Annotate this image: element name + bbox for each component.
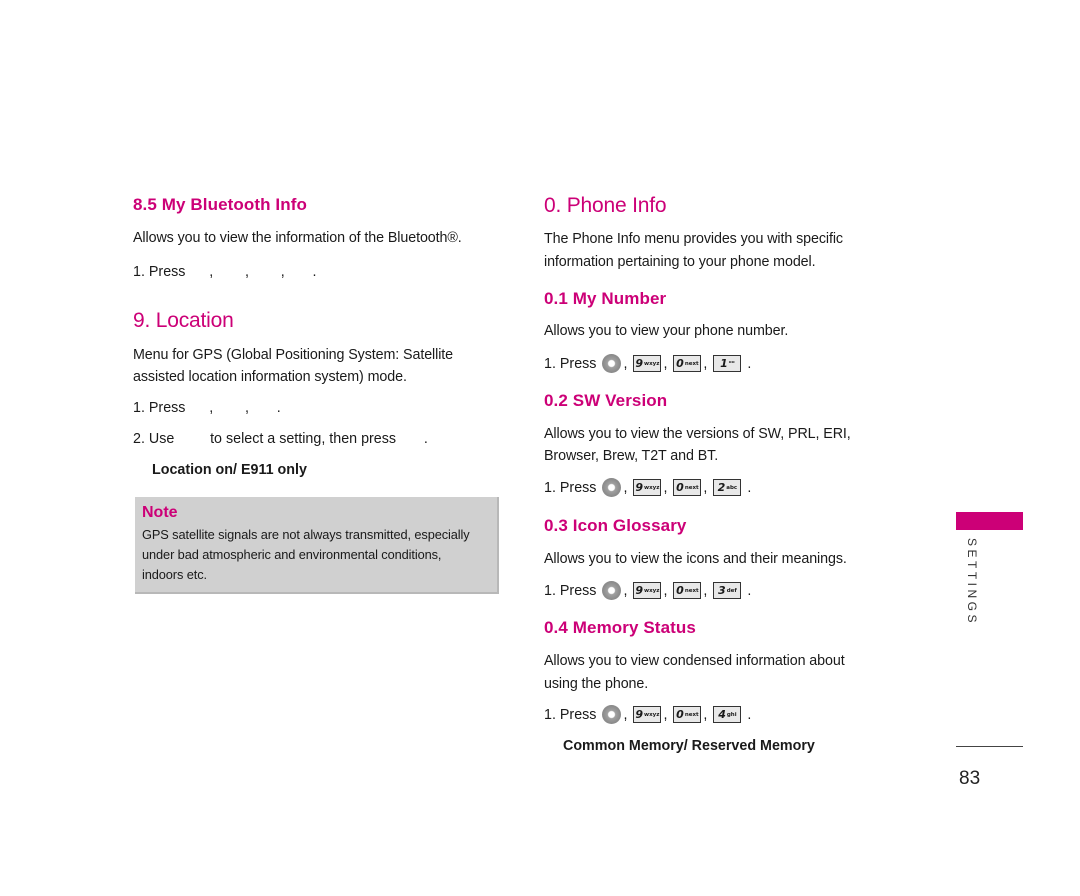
key-0-icon: 0 next [673,479,702,496]
sw-version-heading: 0.2 SW Version [544,391,668,410]
key-4-icon: 4 ghi [713,706,742,723]
memory-status-options: Common Memory/ Reserved Memory [563,738,815,754]
phone-info-description-line-2: information pertaining to your phone mod… [544,254,816,270]
page-number: 83 [959,768,981,789]
phone-info-description-line-1: The Phone Info menu provides you with sp… [544,231,843,247]
bluetooth-info-step-1: 1. Press , , , . [133,264,317,280]
icon-glossary-step-1: 1. Press , 9 wxyz, 0 next, 3 def . [544,581,752,600]
page-number-divider [956,746,1023,747]
press-label: 1. Press [544,479,597,496]
note-text-line-2: under bad atmospheric and environmental … [142,547,442,562]
ok-nav-key-icon [602,581,622,600]
memory-status-description-line-2: using the phone. [544,676,649,692]
location-heading: 9. Location [133,309,234,332]
key-9-icon: 9 wxyz [633,355,662,372]
location-step-2: 2. Use to select a setting, then press . [133,431,428,447]
key-1-icon: 1 ᴼᴼ [713,355,742,372]
note-box: Note GPS satellite signals are not alway… [135,497,499,594]
my-number-description: Allows you to view your phone number. [544,323,789,339]
note-title: Note [142,504,178,521]
memory-status-heading: 0.4 Memory Status [544,618,696,637]
sw-version-description-line-2: Browser, Brew, T2T and BT. [544,448,719,464]
ok-nav-key-icon [602,354,622,373]
ok-nav-key-icon [602,478,622,497]
press-label: 1. Press [544,706,597,723]
key-0-icon: 0 next [673,582,702,599]
bluetooth-info-heading: 8.5 My Bluetooth Info [133,195,307,214]
key-2-icon: 2 abc [713,479,742,496]
ok-nav-key-icon [602,705,622,724]
phone-info-heading: 0. Phone Info [544,194,667,217]
key-9-icon: 9 wxyz [633,706,662,723]
my-number-step-1: 1. Press , 9 wxyz, 0 next, 1 ᴼᴼ . [544,354,752,373]
note-text-line-3: indoors etc. [142,567,207,582]
icon-glossary-heading: 0.3 Icon Glossary [544,516,687,535]
key-3-icon: 3 def [713,582,742,599]
sw-version-description-line-1: Allows you to view the versions of SW, P… [544,426,851,442]
location-description-line-1: Menu for GPS (Global Positioning System:… [133,347,454,363]
key-0-icon: 0 next [673,706,702,723]
note-text-line-1: GPS satellite signals are not always tra… [142,527,470,542]
section-tab-marker [956,512,1023,530]
press-label: 1. Press [544,355,597,372]
location-step-1: 1. Press , , . [133,400,281,416]
sw-version-step-1: 1. Press , 9 wxyz, 0 next, 2 abc . [544,478,752,497]
icon-glossary-description: Allows you to view the icons and their m… [544,551,847,567]
key-9-icon: 9 wxyz [633,479,662,496]
press-label: 1. Press [544,582,597,599]
section-label: SETTINGS [965,538,979,627]
my-number-heading: 0.1 My Number [544,289,667,308]
bluetooth-info-description: Allows you to view the information of th… [133,230,462,246]
key-9-icon: 9 wxyz [633,582,662,599]
memory-status-step-1: 1. Press , 9 wxyz, 0 next, 4 ghi . [544,705,752,724]
location-description-line-2: assisted location information system) mo… [133,369,407,385]
memory-status-description-line-1: Allows you to view condensed information… [544,653,845,669]
location-options: Location on/ E911 only [152,462,307,478]
key-0-icon: 0 next [673,355,702,372]
